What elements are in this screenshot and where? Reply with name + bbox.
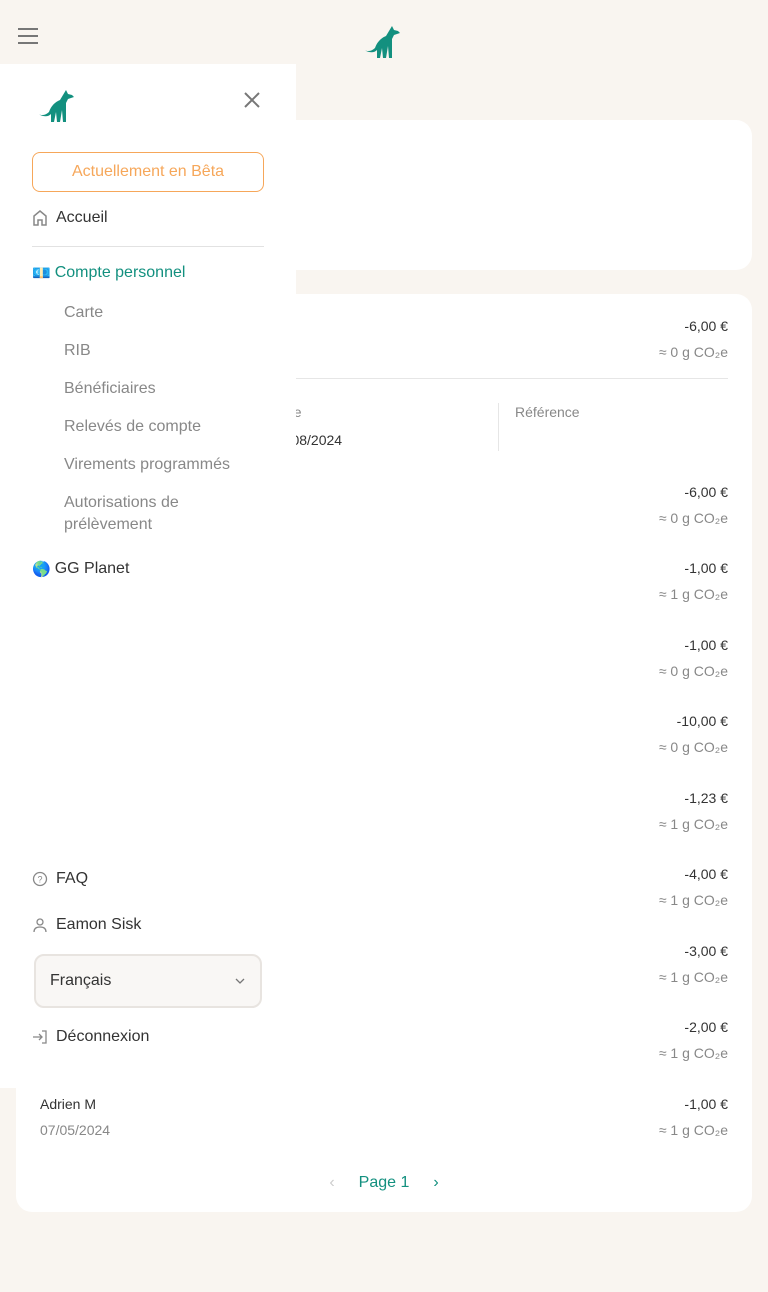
co2: ≈ 1 g CO₂e [658,1122,728,1138]
home-icon [33,210,47,226]
nav-faq[interactable]: ? FAQ [32,870,88,888]
sidebar: Actuellement en Bêta Accueil 💶 Compte pe… [0,64,296,1088]
svg-text:?: ? [37,875,42,885]
nav-planet-label: GG Planet [54,560,130,577]
nav-user-label: Eamon Sisk [56,916,142,933]
nav-card[interactable]: Carte [64,302,264,324]
page-label: Page 1 [358,1174,410,1191]
co2: ≈ 1 g CO₂e [658,892,728,908]
amount: -6,00 € [684,484,728,500]
help-circle-icon: ? [32,871,48,887]
nav-logout-label: Déconnexion [56,1028,150,1045]
co2: ≈ 1 g CO₂e [658,1045,728,1061]
chevron-down-icon [235,978,245,984]
co2: ≈ 0 g CO₂e [658,344,728,360]
menu-button[interactable] [18,28,38,45]
amount: -6,00 € [684,318,728,334]
nav-beneficiaries[interactable]: Bénéficiaires [64,378,264,400]
transaction-row[interactable]: Adrien M 07/05/2024 -1,00 € ≈ 1 g CO₂e [40,1096,728,1146]
close-icon[interactable] [244,92,260,108]
chevron-right-icon[interactable]: › [433,1174,438,1192]
language-value: Français [50,972,112,989]
amount: -3,00 € [684,943,728,959]
co2: ≈ 1 g CO₂e [658,586,728,602]
nav-direct-debits[interactable]: Autorisations de prélèvement [64,492,214,536]
nav-home[interactable]: Accueil [32,209,108,227]
beta-badge[interactable]: Actuellement en Bêta [32,152,264,192]
fox-logo-icon [38,90,74,122]
logout-icon [33,1030,47,1044]
transaction-date: 07/05/2024 [40,1122,111,1138]
nav-statements[interactable]: Relevés de compte [64,416,264,438]
nav-home-label: Accueil [56,209,108,226]
co2: ≈ 0 g CO₂e [658,510,728,526]
chevron-left-icon[interactable]: ‹ [329,1174,334,1192]
user-icon [33,918,47,933]
nav-scheduled-transfers[interactable]: Virements programmés [64,454,264,476]
reference-label: Référence [515,404,580,420]
co2: ≈ 1 g CO₂e [658,816,728,832]
nav-personal-account[interactable]: 💶 Compte personnel [32,264,185,282]
nav-logout[interactable]: Déconnexion [32,1028,149,1046]
co2: ≈ 0 g CO₂e [658,739,728,755]
nav-faq-label: FAQ [56,870,89,887]
amount: -1,23 € [684,790,728,806]
amount: -10,00 € [676,713,728,729]
language-select[interactable]: Français [34,954,262,1008]
fox-logo-icon [364,26,400,58]
nav-user[interactable]: Eamon Sisk [32,916,141,934]
divider [32,246,264,247]
divider [498,403,499,451]
merchant-name: Adrien M [40,1096,97,1112]
amount: -4,00 € [684,866,728,882]
nav-account-label: Compte personnel [54,264,186,281]
money-icon: 💶 [32,265,51,282]
globe-icon: 🌎 [32,561,51,578]
nav-rib[interactable]: RIB [64,340,264,362]
nav-gg-planet[interactable]: 🌎 GG Planet [32,560,129,578]
amount: -1,00 € [684,560,728,576]
amount: -1,00 € [684,637,728,653]
pagination: ‹ Page 1 › [16,1174,752,1192]
co2: ≈ 0 g CO₂e [658,663,728,679]
amount: -2,00 € [684,1019,728,1035]
amount: -1,00 € [684,1096,728,1112]
co2: ≈ 1 g CO₂e [658,969,728,985]
